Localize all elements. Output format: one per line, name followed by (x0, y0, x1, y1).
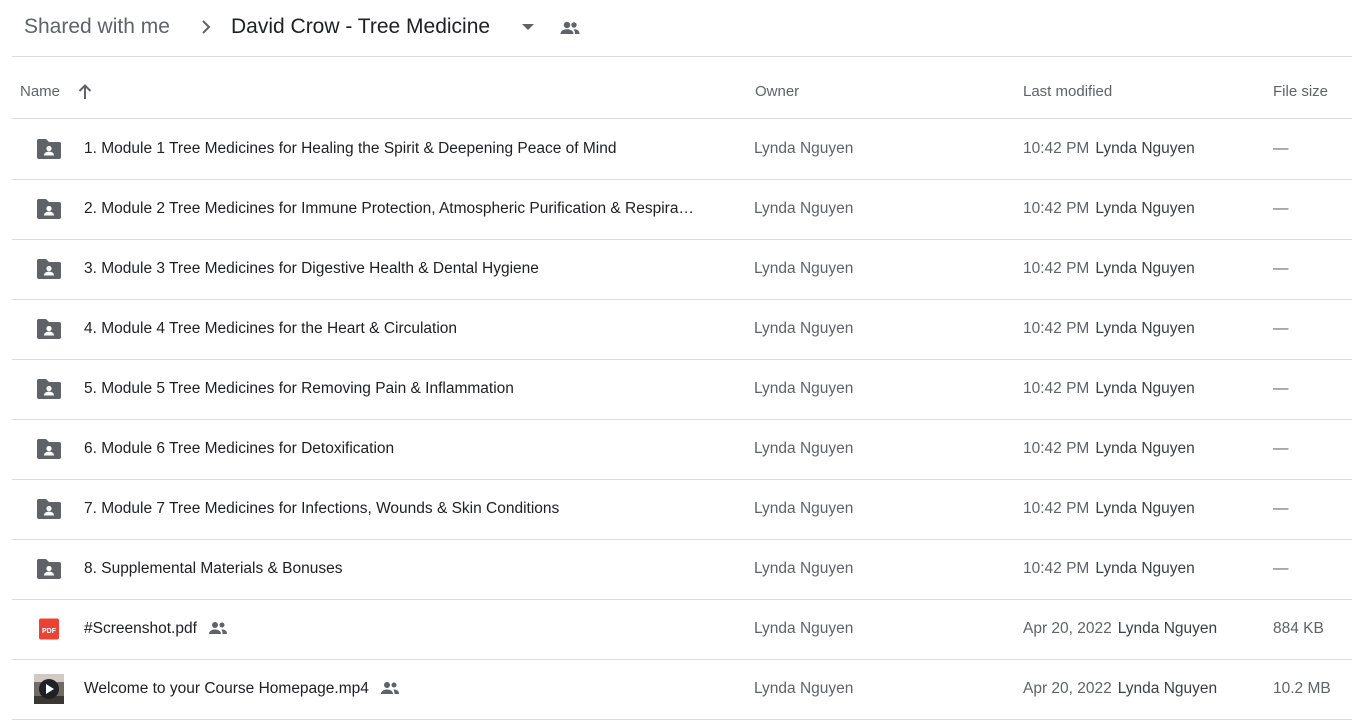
file-size: 10.2 MB (1273, 680, 1331, 697)
file-size: — (1273, 140, 1289, 157)
file-size: — (1273, 260, 1289, 277)
file-name[interactable]: 3. Module 3 Tree Medicines for Digestive… (84, 258, 539, 280)
people-icon (207, 619, 229, 637)
shared-folder-icon (36, 257, 62, 281)
file-owner: Lynda Nguyen (754, 440, 854, 457)
file-row[interactable]: PDF #Screenshot.pdf Lynda Nguyen Apr 20, 20… (12, 599, 1352, 660)
file-row[interactable]: 3. Module 3 Tree Medicines for Digestive… (12, 239, 1352, 300)
file-size: — (1273, 380, 1289, 397)
file-last-modified: 10:42 PM Lynda Nguyen (1023, 559, 1195, 579)
file-row[interactable]: 4. Module 4 Tree Medicines for the Heart… (12, 299, 1352, 360)
arrow-up-icon[interactable] (76, 82, 94, 102)
file-size: — (1273, 440, 1289, 457)
file-owner: Lynda Nguyen (754, 140, 854, 157)
column-header-owner[interactable]: Owner (755, 82, 799, 102)
file-name[interactable]: 6. Module 6 Tree Medicines for Detoxific… (84, 438, 394, 460)
file-name[interactable]: 2. Module 2 Tree Medicines for Immune Pr… (84, 198, 694, 220)
modified-time: 10:42 PM (1023, 440, 1090, 457)
file-name[interactable]: #Screenshot.pdf (84, 618, 197, 640)
file-size: 884 KB (1273, 620, 1324, 637)
file-last-modified: 10:42 PM Lynda Nguyen (1023, 499, 1195, 519)
file-row[interactable]: 7. Module 7 Tree Medicines for Infection… (12, 479, 1352, 540)
modified-by: Lynda Nguyen (1117, 620, 1218, 637)
file-last-modified: 10:42 PM Lynda Nguyen (1023, 259, 1195, 279)
modified-time: 10:42 PM (1023, 260, 1090, 277)
file-row[interactable]: 8. Supplemental Materials & Bonuses Lynda… (12, 539, 1352, 600)
file-size: — (1273, 560, 1289, 577)
file-owner: Lynda Nguyen (754, 500, 854, 517)
dropdown-arrow-icon[interactable] (521, 22, 535, 32)
modified-time: 10:42 PM (1023, 200, 1090, 217)
people-icon (379, 679, 401, 697)
pdf-file-icon: PDF (36, 617, 62, 641)
file-last-modified: Apr 20, 2022 Lynda Nguyen (1023, 619, 1217, 639)
file-size: — (1273, 320, 1289, 337)
modified-time: 10:42 PM (1023, 560, 1090, 577)
chevron-right-icon (202, 20, 211, 34)
video-file-icon (34, 674, 64, 704)
modified-time: Apr 20, 2022 (1023, 620, 1112, 637)
file-last-modified: 10:42 PM Lynda Nguyen (1023, 439, 1195, 459)
breadcrumb: Shared with me David Crow - Tree Medicin… (0, 0, 1352, 56)
file-name[interactable]: 5. Module 5 Tree Medicines for Removing … (84, 378, 514, 400)
breadcrumb-current-folder[interactable]: David Crow - Tree Medicine (231, 14, 490, 40)
file-owner: Lynda Nguyen (754, 680, 854, 697)
file-owner: Lynda Nguyen (754, 320, 854, 337)
file-size: — (1273, 500, 1289, 517)
header-divider (12, 56, 1352, 57)
modified-time: 10:42 PM (1023, 380, 1090, 397)
file-name[interactable]: 7. Module 7 Tree Medicines for Infection… (84, 498, 559, 520)
shared-folder-icon (36, 497, 62, 521)
file-owner: Lynda Nguyen (754, 620, 854, 637)
file-size: — (1273, 200, 1289, 217)
modified-by: Lynda Nguyen (1095, 500, 1195, 517)
svg-text:PDF: PDF (42, 628, 57, 635)
modified-by: Lynda Nguyen (1095, 380, 1195, 397)
file-last-modified: 10:42 PM Lynda Nguyen (1023, 379, 1195, 399)
modified-by: Lynda Nguyen (1095, 440, 1195, 457)
file-name[interactable]: Welcome to your Course Homepage.mp4 (84, 678, 369, 700)
file-last-modified: Apr 20, 2022 Lynda Nguyen (1023, 679, 1217, 699)
column-header-file-size[interactable]: File size (1273, 82, 1328, 102)
file-name[interactable]: 8. Supplemental Materials & Bonuses (84, 558, 342, 580)
file-owner: Lynda Nguyen (754, 200, 854, 217)
shared-folder-icon (36, 377, 62, 401)
column-header-last-modified[interactable]: Last modified (1023, 82, 1112, 102)
shared-folder-icon (36, 137, 62, 161)
file-name[interactable]: 4. Module 4 Tree Medicines for the Heart… (84, 318, 457, 340)
modified-by: Lynda Nguyen (1095, 320, 1195, 337)
file-row[interactable]: Welcome to your Course Homepage.mp4 Lynda… (12, 659, 1352, 720)
file-row[interactable]: 5. Module 5 Tree Medicines for Removing … (12, 359, 1352, 420)
file-owner: Lynda Nguyen (754, 560, 854, 577)
shared-folder-icon (36, 197, 62, 221)
file-owner: Lynda Nguyen (754, 260, 854, 277)
modified-by: Lynda Nguyen (1095, 260, 1195, 277)
modified-time: 10:42 PM (1023, 320, 1090, 337)
file-last-modified: 10:42 PM Lynda Nguyen (1023, 139, 1195, 159)
shared-folder-icon (36, 317, 62, 341)
file-name[interactable]: 1. Module 1 Tree Medicines for Healing t… (84, 138, 616, 160)
modified-time: 10:42 PM (1023, 140, 1090, 157)
shared-folder-icon (36, 437, 62, 461)
file-row[interactable]: 6. Module 6 Tree Medicines for Detoxific… (12, 419, 1352, 480)
breadcrumb-shared-with-me[interactable]: Shared with me (24, 14, 170, 40)
shared-folder-icon (36, 557, 62, 581)
modified-by: Lynda Nguyen (1095, 560, 1195, 577)
people-icon[interactable] (558, 18, 582, 38)
file-last-modified: 10:42 PM Lynda Nguyen (1023, 199, 1195, 219)
modified-by: Lynda Nguyen (1095, 140, 1195, 157)
file-last-modified: 10:42 PM Lynda Nguyen (1023, 319, 1195, 339)
file-row[interactable]: 2. Module 2 Tree Medicines for Immune Pr… (12, 179, 1352, 240)
file-row[interactable]: 1. Module 1 Tree Medicines for Healing t… (12, 119, 1352, 180)
file-owner: Lynda Nguyen (754, 380, 854, 397)
modified-by: Lynda Nguyen (1117, 680, 1218, 697)
modified-time: 10:42 PM (1023, 500, 1090, 517)
modified-by: Lynda Nguyen (1095, 200, 1195, 217)
column-header-name[interactable]: Name (20, 82, 60, 102)
modified-time: Apr 20, 2022 (1023, 680, 1112, 697)
